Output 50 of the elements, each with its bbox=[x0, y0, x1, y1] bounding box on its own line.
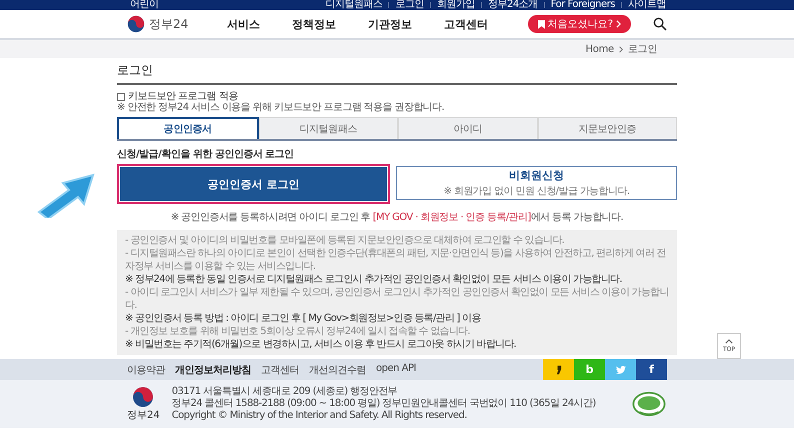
emblem-icon bbox=[132, 386, 154, 408]
keyboard-security-checkbox[interactable]: 키보드보안 프로그램 적용 bbox=[117, 91, 677, 102]
kakaostory-button[interactable] bbox=[543, 359, 574, 380]
footer-link[interactable]: 이용약관 bbox=[127, 362, 165, 376]
footer-logo-text: 정부24 bbox=[127, 409, 160, 422]
info-text: ※ 정부24에 등록한 동일 인증서로 디지털원패스 로그인시 추가적인 공인인증서 확인없이 모든 서비스 이용이 가능합니다. bbox=[125, 273, 623, 286]
page-title: 로그인 bbox=[117, 62, 677, 85]
arrow-icon bbox=[37, 172, 97, 218]
facebook-button[interactable]: f bbox=[636, 359, 667, 380]
nav-link[interactable]: 서비스 bbox=[227, 16, 260, 32]
footer-link[interactable]: 개인정보처리방침 bbox=[175, 362, 251, 376]
info-text: - 공인인증서 및 아이디의 비밀번호를 모바일폰에 등록된 지문보안인증으로 대체하여 로그인할 수 있습니다. bbox=[125, 234, 566, 247]
footer-text: 정부24 콜센터 1588-2188 (09:00 ~ 18:00 평일) 정부민원안내콜센터 국번없이 110 (365일 24시간) bbox=[172, 398, 597, 410]
footer-link[interactable]: open API bbox=[376, 362, 416, 376]
footer-link[interactable]: 개선의견수렴 bbox=[309, 362, 366, 376]
login-tab[interactable]: 아이디 bbox=[398, 117, 538, 139]
search-icon bbox=[653, 17, 667, 31]
nav-link[interactable]: 정책정보 bbox=[292, 16, 336, 32]
certificate-login-button[interactable]: 공인인증서 로그인 bbox=[117, 164, 390, 204]
caret-icon bbox=[725, 339, 733, 344]
guest-apply-button[interactable]: 비회원신청 ※ 회원가입 없이 민원 신청/발급 가능합니다. bbox=[396, 166, 677, 200]
first-visit-button[interactable]: 처음오셨나요? bbox=[528, 15, 631, 33]
guest-text: ※ 회원가입 없이 민원 신청/발급 가능합니다. bbox=[444, 185, 630, 198]
login-tab[interactable]: 디지털원패스 bbox=[258, 117, 398, 139]
section-heading: 신청/발급/확인을 위한 공인인증서 로그인 bbox=[117, 148, 295, 161]
info-text: ※ 공인인증서 등록 방법 : 아이디 로그인 후 [ My Gov>회원정보>인증 등록/관리 ] 이용 bbox=[125, 312, 482, 325]
info-text: - 개인정보 보호를 위해 비밀번호 5회이상 오류시 정부24에 일시 접속할 수 없습니다. bbox=[125, 325, 471, 338]
footer-link[interactable]: 고객센터 bbox=[261, 362, 299, 376]
emblem-icon bbox=[127, 15, 145, 33]
registration-note: ※ 공인인증서를 등록하시려면 아이디 로그인 후 [MY GOV · 회원정보 · 인증 등록/관리]에서 등록 가능합니다. bbox=[170, 211, 624, 224]
info-text: - 디지털원패스란 하나의 아이디로 본인이 선택한 인증수단(휴대폰의 패턴, 지문·안면인식 등)을 사용하여 안전하고, 편리하게 여러 전자정부 서비스를 이용할 수 있는 서비스입니다. bbox=[125, 247, 667, 273]
info-text: - 아이디 로그인시 서비스가 일부 제한될 수 있으며, 공인인증서 로그인시 추가적인 공인인증서 확인없이 모든 서비스 이용이 가능합니다. bbox=[125, 286, 669, 312]
nav-link[interactable]: 고객센터 bbox=[444, 16, 488, 32]
chevron-icon bbox=[618, 46, 623, 52]
accessibility-mark-icon bbox=[631, 391, 667, 417]
guest-text: 비회원신청 bbox=[509, 168, 564, 183]
breadcrumb-link[interactable]: 로그인 bbox=[628, 42, 657, 56]
bird-icon bbox=[616, 364, 626, 374]
breadcrumb-link[interactable]: Home bbox=[586, 44, 614, 54]
footer-text: 03171 서울특별시 세종대로 209 (세종로) 행정안전부 bbox=[172, 386, 398, 398]
bookmark-icon bbox=[538, 20, 545, 28]
login-tab[interactable]: 지문보안인증 bbox=[538, 117, 677, 139]
info-text: ※ 비밀번호는 주기적(6개월)으로 변경하시고, 서비스 이용 후 반드시 로그아웃 하시기 바랍니다. bbox=[125, 338, 517, 351]
login-tab[interactable]: 공인인증서 bbox=[117, 117, 258, 139]
logo-text[interactable]: 정부24 bbox=[149, 16, 188, 32]
registration-link[interactable]: [MY GOV · 회원정보 · 인증 등록/관리] bbox=[372, 212, 531, 223]
security-note: ※ 안전한 정부24 서비스 이용을 위해 키보드보안 프로그램 적용을 권장합니다. bbox=[117, 102, 446, 113]
nav-link[interactable]: 기관정보 bbox=[368, 16, 412, 32]
footer-text: Copyright © Ministry of the Interior and Safety. All Rights reserved. bbox=[172, 410, 468, 422]
chevron-icon bbox=[616, 20, 621, 28]
